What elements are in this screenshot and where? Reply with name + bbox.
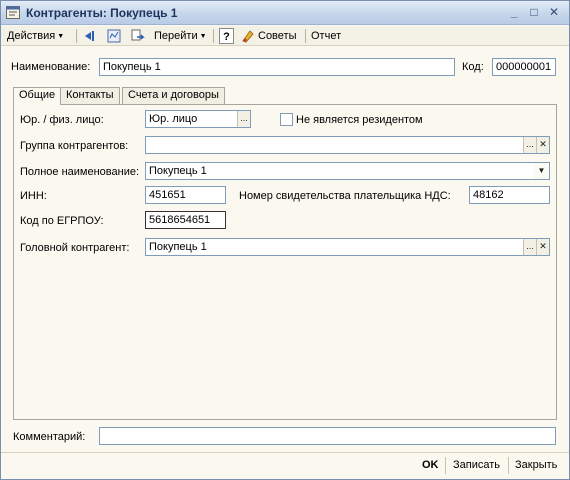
clear-icon[interactable]: ✕ (536, 239, 549, 255)
dropdown-arrow-icon: ▼ (199, 33, 207, 40)
entity-type-field[interactable]: Юр. лицо ... (145, 110, 251, 128)
entity-type-value: Юр. лицо (149, 113, 198, 125)
tips-icon[interactable] (241, 29, 255, 43)
select-button[interactable]: ... (523, 137, 536, 153)
select-button[interactable]: ... (237, 111, 250, 127)
non-resident-checkbox[interactable] (280, 113, 293, 126)
goto-label: Перейти (154, 30, 198, 42)
report-button[interactable]: Отчет (311, 28, 341, 44)
edrpou-input[interactable]: 5618654651 (145, 211, 226, 229)
tab-general[interactable]: Общие (13, 87, 62, 105)
toolbar-divider (76, 29, 77, 43)
parent-value: Покупець 1 (149, 241, 207, 253)
goto-menu-button[interactable]: Перейти ▼ (154, 28, 207, 44)
actions-menu-button[interactable]: Действия ▼ (7, 28, 64, 44)
full-name-value: Покупець 1 (149, 165, 207, 177)
parent-label: Головной контрагент: (20, 242, 130, 254)
edrpou-label: Код по ЕГРПОУ: (20, 215, 104, 227)
full-name-field[interactable]: Покупець 1 ▼ (145, 162, 550, 180)
help-button[interactable]: ? (219, 28, 234, 44)
structure-icon[interactable] (107, 29, 121, 43)
form-icon (6, 6, 20, 19)
code-label: Код: (462, 61, 484, 73)
toolbar: Действия ▼ Перейти ▼ ? Советы Отчет (1, 26, 569, 46)
code-input[interactable]: 000000001 (492, 58, 556, 76)
vat-cert-label: Номер свидетельства плательщика НДС: (239, 190, 451, 202)
dropdown-arrow-icon: ▼ (57, 33, 65, 40)
name-input[interactable]: Покупець 1 (99, 58, 455, 76)
save-button[interactable]: Записать (453, 459, 500, 471)
title-bar[interactable]: Контрагенты: Покупець 1 _ □ ✕ (1, 1, 569, 25)
tab-accounts-contracts[interactable]: Счета и договоры (122, 87, 225, 104)
parent-field[interactable]: Покупець 1 ... ✕ (145, 238, 550, 256)
chevron-down-icon[interactable]: ▼ (534, 163, 549, 179)
comment-input[interactable] (99, 427, 556, 445)
navigate-icon[interactable] (131, 29, 145, 43)
clear-icon[interactable]: ✕ (536, 137, 549, 153)
vat-cert-input[interactable]: 48162 (469, 186, 550, 204)
actions-label: Действия (7, 30, 56, 42)
footer-button-divider (445, 457, 446, 474)
ok-button[interactable]: OK (422, 459, 439, 471)
tips-button[interactable]: Советы (258, 28, 296, 44)
entity-type-label: Юр. / физ. лицо: (20, 114, 104, 126)
inn-label: ИНН: (20, 190, 47, 202)
back-arrow-icon[interactable] (82, 29, 96, 43)
group-label: Группа контрагентов: (20, 140, 129, 152)
inn-input[interactable]: 451651 (145, 186, 226, 204)
maximize-button[interactable]: □ (526, 5, 542, 20)
close-window-button[interactable]: ✕ (546, 5, 562, 20)
window-title: Контрагенты: Покупець 1 (26, 6, 178, 20)
full-name-label: Полное наименование: (20, 166, 140, 178)
footer-divider (1, 452, 569, 453)
tab-contacts[interactable]: Контакты (60, 87, 120, 104)
select-button[interactable]: ... (523, 239, 536, 255)
close-button[interactable]: Закрыть (515, 459, 557, 471)
group-field[interactable]: ... ✕ (145, 136, 550, 154)
minimize-button[interactable]: _ (506, 5, 522, 20)
toolbar-divider (305, 29, 306, 43)
toolbar-divider (213, 29, 214, 43)
non-resident-label: Не является резидентом (296, 114, 423, 126)
name-label: Наименование: (11, 61, 91, 73)
comment-label: Комментарий: (13, 431, 86, 443)
footer-button-divider (508, 457, 509, 474)
counterparty-window: Контрагенты: Покупець 1 _ □ ✕ Действия ▼ … (0, 0, 570, 480)
